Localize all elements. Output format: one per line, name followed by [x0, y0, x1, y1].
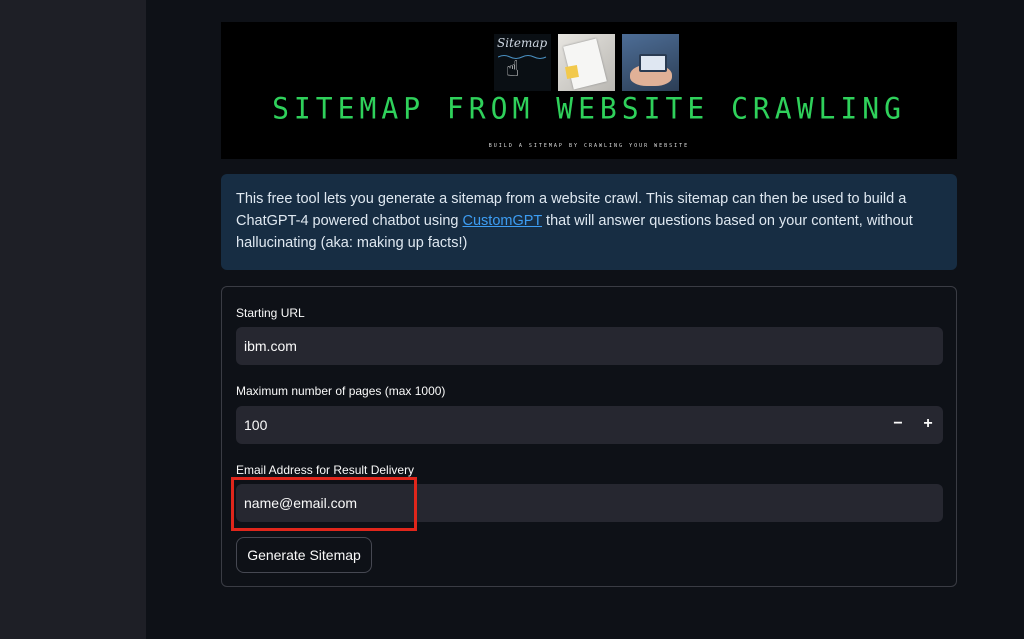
hands-device-image	[622, 34, 679, 91]
increment-button[interactable]: +	[913, 406, 943, 444]
banner-title: SITEMAP FROM WEBSITE CRAWLING	[272, 91, 906, 126]
sitemap-image: Sitemap ☝	[494, 34, 551, 91]
banner-images: Sitemap ☝	[494, 34, 679, 91]
banner-subtitle: BUILD A SITEMAP BY CRAWLING YOUR WEBSITE	[488, 143, 690, 149]
sitemap-image-label: Sitemap	[497, 36, 548, 50]
max-pages-input[interactable]: 100 − +	[236, 406, 943, 444]
sidebar	[0, 0, 146, 639]
starting-url-value: ibm.com	[244, 338, 297, 354]
info-box: This free tool lets you generate a sitem…	[221, 174, 957, 270]
hand-pointer-icon: ☝	[506, 56, 520, 81]
max-pages-value: 100	[244, 417, 268, 433]
generate-sitemap-button[interactable]: Generate Sitemap	[236, 537, 372, 573]
sitemap-form: Starting URL ibm.com Maximum number of p…	[221, 286, 957, 587]
max-pages-label: Maximum number of pages (max 1000)	[236, 384, 446, 398]
header-banner: Sitemap ☝ SITEMAP FROM WEBSITE CRAWLING …	[221, 22, 957, 159]
decrement-button[interactable]: −	[883, 406, 913, 444]
pages-stepper: − +	[883, 406, 943, 444]
starting-url-input[interactable]: ibm.com	[236, 327, 943, 365]
paper-image	[558, 34, 615, 91]
email-label: Email Address for Result Delivery	[236, 463, 415, 477]
starting-url-label: Starting URL	[236, 306, 305, 320]
customgpt-link[interactable]: CustomGPT	[463, 213, 543, 229]
email-highlight-box	[231, 477, 417, 531]
